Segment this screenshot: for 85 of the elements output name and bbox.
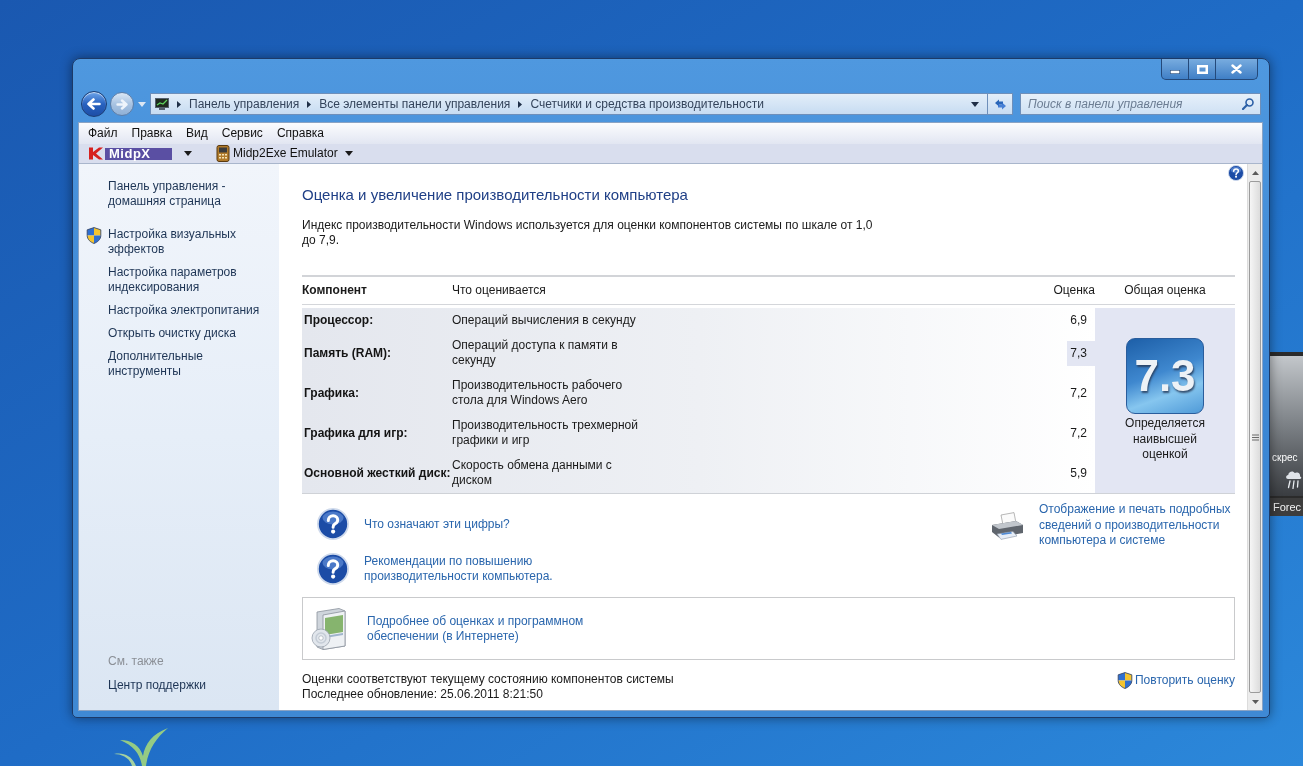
sidebar-link[interactable]: Настройка параметров индексирования (108, 265, 273, 295)
print-details-link[interactable]: Отображение и печать подробных сведений о производительности компьютера и системе (1039, 502, 1235, 549)
close-button[interactable] (1216, 59, 1258, 80)
table-cell-text: Производительность трехмерной графики и игр (452, 418, 639, 448)
caret-up-icon (1251, 170, 1259, 175)
phone-icon (216, 145, 230, 162)
table-cell-text: Скорость обмена данными с диском (452, 458, 613, 488)
caret-down-icon[interactable] (184, 151, 192, 156)
control-panel-icon (155, 98, 169, 110)
software-box-icon (309, 607, 349, 650)
maximize-button[interactable] (1189, 59, 1216, 80)
base-score-caption: Определяется наивысшей оценкой (1124, 416, 1206, 463)
search-field[interactable]: Поиск в панели управления (1020, 93, 1261, 115)
caret-down-icon[interactable] (971, 101, 979, 107)
score-cell-text: 7,2 (1069, 384, 1088, 402)
caret-down-icon (1251, 699, 1259, 704)
minimize-icon (1170, 70, 1180, 74)
toolbar-dropdown-button[interactable]: Midp2Exe Emulator (216, 144, 353, 163)
score-cell: 7,3 (1067, 340, 1095, 366)
table-cell-text: Графика для игр: (303, 425, 409, 441)
score-cell-text: 6,9 (1069, 312, 1088, 329)
minimize-button[interactable] (1161, 59, 1189, 80)
menu-item[interactable]: Сервис (214, 124, 270, 143)
base-score-badge: 7.3 (1126, 338, 1204, 415)
menu-item[interactable]: Справка (269, 124, 331, 143)
sidebar-link[interactable]: Настройка визуальных эффектов (108, 227, 273, 257)
arrow-right-icon (116, 98, 128, 110)
info-link[interactable]: Подробнее об оценках и программном обеспечении (в Интернете) (367, 613, 607, 644)
score-cell-text: 7,2 (1069, 424, 1088, 442)
last-update-text: Последнее обновление: 25.06.2011 8:21:50 (302, 687, 544, 702)
menu-item[interactable]: Файл (81, 124, 125, 143)
see-also-heading: См. также (108, 654, 165, 669)
breadcrumb-item[interactable]: Панель управления (189, 96, 300, 112)
search-icon (1242, 98, 1254, 110)
sidebar-link[interactable]: Настройка электропитания (108, 303, 273, 318)
printer-icon (991, 512, 1024, 540)
maximize-icon (1196, 64, 1208, 74)
help-link[interactable]: Что означают эти цифры? (364, 516, 510, 532)
caret-right-icon (177, 100, 181, 108)
gadget-day-text: скрес (1272, 452, 1298, 464)
caret-down-icon (344, 151, 353, 156)
help-link[interactable]: Рекомендации по повышению производительности компьютера. (364, 554, 584, 584)
sidebar-link[interactable]: Дополнительные инструменты (108, 349, 273, 379)
caret-right-icon (518, 100, 523, 108)
table-cell-text: Операций вычисления в секунду (452, 313, 637, 328)
logo-mark-icon (88, 147, 104, 160)
help-icon[interactable] (1228, 165, 1244, 181)
help-icon (317, 508, 349, 540)
column-header: Компонент (302, 283, 368, 298)
table-cell-text: Процессор: (303, 313, 375, 328)
help-icon (317, 553, 349, 585)
breadcrumb-item[interactable]: Счетчики и средства производительности (530, 96, 764, 112)
page-title: Оценка и увеличение производительности компьютера (302, 185, 688, 205)
rain-cloud-icon (1285, 469, 1302, 489)
column-header: Оценка (1053, 283, 1095, 298)
back-button[interactable] (81, 91, 107, 117)
midpx-logo-label[interactable]: MidpX (105, 147, 172, 160)
status-text: Оценки соответствуют текущему состоянию компонентов системы (302, 672, 674, 687)
forward-button[interactable] (110, 92, 134, 116)
caret-right-icon (307, 100, 312, 108)
page-description: Индекс производительности Windows используется для оценки компонентов системы по шкале от 1,0 до 7,9. (302, 218, 874, 248)
table-cell-text: Основной жесткий диск: (303, 465, 452, 481)
gadget-footer-tab[interactable]: Forec (1270, 498, 1303, 516)
breadcrumb-item[interactable]: Все элементы панели управления (319, 96, 511, 112)
shield-icon (1117, 672, 1133, 689)
arrow-left-icon (87, 98, 101, 110)
scrollbar-track[interactable] (1247, 164, 1262, 710)
table-cell-text: Операций доступа к памяти в секунду (452, 338, 619, 368)
close-icon (1231, 64, 1242, 74)
table-cell-text: Производительность рабочего стола для Windows Aero (452, 378, 624, 408)
column-header: Общая оценка (1123, 283, 1207, 298)
refresh-button[interactable] (988, 93, 1013, 115)
menu-item[interactable]: Правка (124, 124, 180, 143)
grip-icon (1251, 433, 1259, 441)
score-cell-text: 5,9 (1069, 464, 1088, 482)
table-cell-text: Память (RAM): (303, 345, 393, 361)
sidebar-link[interactable]: Панель управления - домашняя страница (108, 179, 273, 209)
menu-item[interactable]: Вид (179, 124, 215, 143)
column-header: Что оценивается (452, 283, 547, 298)
sidebar-link[interactable]: Центр поддержки (108, 678, 206, 693)
scrollbar-thumb[interactable] (1249, 181, 1261, 693)
sidebar-link[interactable]: Открыть очистку диска (108, 326, 273, 341)
table-cell-text: Графика: (303, 385, 360, 401)
rerun-assessment-link[interactable]: Повторить оценку (1117, 672, 1235, 689)
address-field[interactable]: Панель управления Все элементы панели управления Счетчики и средства производительности (150, 93, 988, 115)
